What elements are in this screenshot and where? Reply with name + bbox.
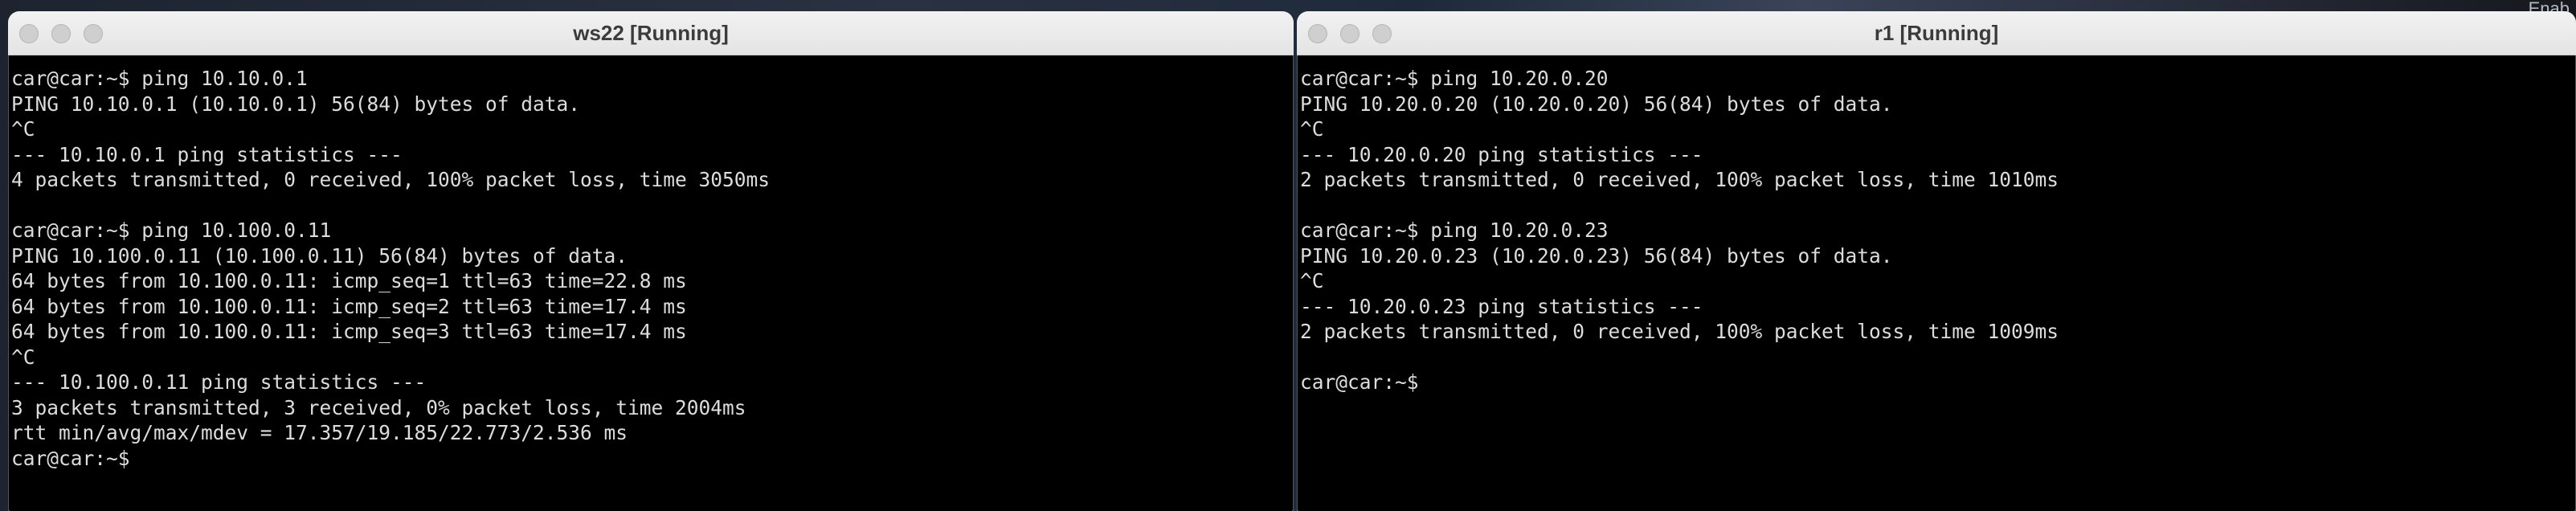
terminal-line: rtt min/avg/max/mdev = 17.357/19.185/22.… [11,421,628,444]
window-titlebar[interactable]: r1 [Running] [1297,11,2576,55]
terminal-line: ^C [1300,117,1324,141]
terminal-line: 64 bytes from 10.100.0.11: icmp_seq=1 tt… [11,269,687,292]
terminal-line: 64 bytes from 10.100.0.11: icmp_seq=3 tt… [11,320,687,343]
terminal-line: --- 10.20.0.23 ping statistics --- [1300,294,1703,318]
terminal-line: 2 packets transmitted, 0 received, 100% … [1300,320,2059,343]
terminal-line: PING 10.100.0.11 (10.100.0.11) 56(84) by… [11,243,628,268]
terminal-line: PING 10.10.0.1 (10.10.0.1) 56(84) bytes … [11,92,581,116]
terminal-line: car@car:~$ ping 10.20.0.20 [1300,67,1609,90]
vm-window-r1[interactable]: r1 [Running] car@car:~$ ping 10.20.0.20 … [1297,11,2576,511]
terminal-line: 4 packets transmitted, 0 received, 100% … [11,168,771,191]
terminal-line: 3 packets transmitted, 3 received, 0% pa… [11,395,746,419]
terminal-line: car@car:~$ ping 10.20.0.23 [1300,219,1609,242]
terminal-line: --- 10.20.0.20 ping statistics --- [1300,142,1703,166]
window-title: r1 [Running] [1874,21,1999,45]
vm-window-ws22[interactable]: ws22 [Running] car@car:~$ ping 10.10.0.1… [8,11,1294,511]
terminal-prompt: car@car:~$ [11,446,130,470]
terminal-line: car@car:~$ ping 10.10.0.1 [11,67,308,90]
terminal-line: --- 10.10.0.1 ping statistics --- [11,142,403,166]
terminal-line: ^C [11,345,35,369]
terminal-prompt: car@car:~$ [1300,370,1419,394]
terminal-line: PING 10.20.0.23 (10.20.0.23) 56(84) byte… [1300,243,1893,268]
terminal-line: --- 10.100.0.11 ping statistics --- [11,370,427,394]
terminal-output[interactable]: car@car:~$ ping 10.10.0.1 PING 10.10.0.1… [10,56,1292,511]
terminal-line: ^C [11,117,35,141]
terminal-line: ^C [1300,269,1324,292]
terminal-output[interactable]: car@car:~$ ping 10.20.0.20 PING 10.20.0.… [1298,56,2574,511]
terminal-line: 2 packets transmitted, 0 received, 100% … [1300,168,2059,191]
window-titlebar[interactable]: ws22 [Running] [8,11,1294,55]
terminal-line: PING 10.20.0.20 (10.20.0.20) 56(84) byte… [1300,92,1893,116]
terminal-line: 64 bytes from 10.100.0.11: icmp_seq=2 tt… [11,294,687,318]
terminal-line: car@car:~$ ping 10.100.0.11 [11,219,332,242]
window-title: ws22 [Running] [573,21,729,45]
